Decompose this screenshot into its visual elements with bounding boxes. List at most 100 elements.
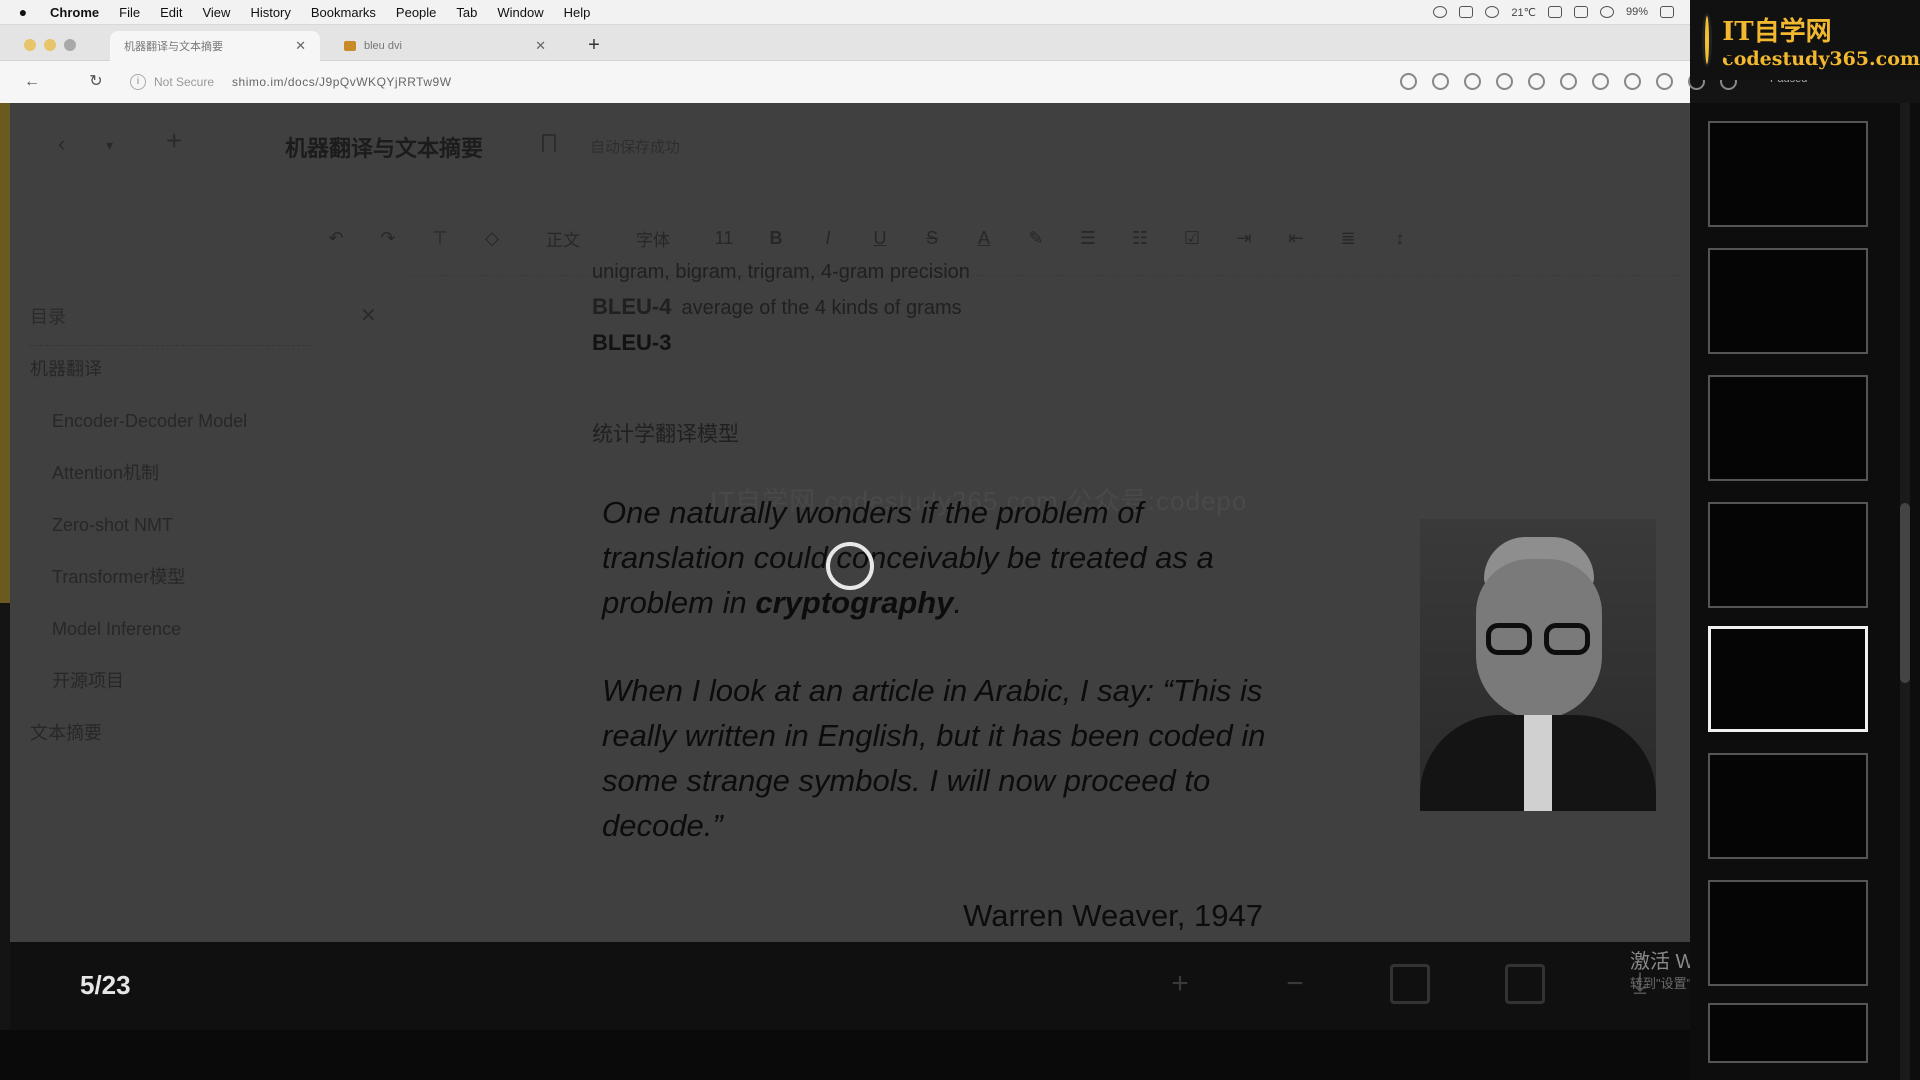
checklist-icon[interactable]: ☑: [1166, 228, 1218, 249]
window-edge: [0, 103, 10, 603]
star-icon[interactable]: [1432, 73, 1449, 90]
scrollbar-thumb[interactable]: [1900, 503, 1910, 683]
format-painter-icon[interactable]: ⊤: [414, 228, 466, 249]
chevron-down-icon[interactable]: ▾: [106, 137, 113, 154]
back-arrow-icon[interactable]: ‹: [58, 131, 65, 157]
wifi-icon[interactable]: [1599, 6, 1614, 18]
menu-app[interactable]: Chrome: [46, 5, 109, 20]
ordered-list-icon[interactable]: ☰: [1062, 228, 1114, 249]
quote-2: When I look at an article in Arabic, I s…: [602, 673, 1266, 843]
strike-button[interactable]: S: [906, 228, 958, 249]
menu-view[interactable]: View: [192, 5, 240, 20]
slide-thumbnail[interactable]: [1708, 121, 1868, 227]
quote-1: One naturally wonders if the problem of …: [602, 490, 1282, 625]
tab-bleu[interactable]: bleu dvi ✕: [330, 31, 560, 61]
bleu4-text: average of the 4 kinds of grams: [681, 297, 962, 319]
extension-icon[interactable]: [1560, 73, 1577, 90]
font-size-select[interactable]: 11: [698, 228, 750, 249]
screen: { "menubar": { "app": "Chrome", "items":…: [0, 0, 1920, 1080]
toc-item[interactable]: Model Inference: [30, 603, 390, 655]
app-status-icon[interactable]: [1547, 6, 1562, 18]
menu-history[interactable]: History: [240, 5, 300, 20]
toc-item[interactable]: Zero-shot NMT: [30, 499, 390, 551]
toc-item[interactable]: 开源项目: [30, 655, 390, 707]
italic-button[interactable]: I: [802, 228, 854, 249]
slide-thumbnail[interactable]: [1708, 375, 1868, 481]
display-icon[interactable]: [1459, 6, 1474, 18]
zoom-out-icon[interactable]: −: [1275, 964, 1315, 1004]
toc-item[interactable]: Transformer模型: [30, 551, 390, 603]
zoom-in-icon[interactable]: +: [1160, 964, 1200, 1004]
align-icon[interactable]: ≣: [1322, 228, 1374, 249]
thumbnail-panel: [1690, 103, 1920, 1080]
text-color-button[interactable]: A: [958, 228, 1010, 249]
clear-format-icon[interactable]: ◇: [466, 228, 518, 249]
paragraph-style-select[interactable]: 正文: [518, 226, 608, 251]
slide-thumbnail[interactable]: [1708, 753, 1868, 859]
viewer-controls: 5/23 + − ⤓: [10, 942, 1690, 1030]
menu-edit[interactable]: Edit: [150, 5, 192, 20]
indent-icon[interactable]: ⇥: [1218, 228, 1270, 249]
highlight-icon[interactable]: ✎: [1010, 228, 1062, 249]
globe-icon[interactable]: [1485, 6, 1500, 18]
info-icon[interactable]: i: [130, 74, 146, 90]
line-height-icon[interactable]: ↕: [1374, 228, 1426, 249]
underline-button[interactable]: U: [854, 228, 906, 249]
outdent-icon[interactable]: ⇤: [1270, 228, 1322, 249]
slide-thumbnail-active[interactable]: [1708, 626, 1868, 732]
back-icon[interactable]: ←: [20, 70, 44, 94]
add-icon[interactable]: +: [166, 125, 182, 157]
bookmark-icon[interactable]: [542, 134, 556, 152]
reload-icon[interactable]: ↻: [84, 70, 108, 94]
close-window-icon[interactable]: [24, 39, 36, 51]
toc-item[interactable]: Attention机制: [30, 447, 390, 499]
menu-tab[interactable]: Tab: [446, 5, 487, 20]
tab-doc[interactable]: 机器翻译与文本摘要 ✕: [110, 31, 320, 61]
address-bar[interactable]: i Not Secure shimo.im/docs/J9pQvWKQYjRRT…: [120, 69, 1410, 95]
slide-thumbnail[interactable]: [1708, 248, 1868, 354]
attribution: Warren Weaver, 1947: [963, 898, 1263, 933]
bleu4-label: BLEU-4: [592, 294, 672, 319]
extension-icon[interactable]: [1496, 73, 1513, 90]
apple-icon[interactable]: ●: [0, 4, 46, 20]
battery-icon[interactable]: [1660, 6, 1674, 18]
close-icon[interactable]: ✕: [535, 38, 546, 54]
minimize-window-icon[interactable]: [44, 39, 56, 51]
menu-file[interactable]: File: [109, 5, 150, 20]
slide-thumbnail[interactable]: [1708, 880, 1868, 986]
section-heading: 统计学翻译模型: [592, 423, 739, 446]
zoom-icon[interactable]: [1400, 73, 1417, 90]
extension-icon[interactable]: [1528, 73, 1545, 90]
redo-icon[interactable]: ↷: [362, 228, 414, 249]
undo-icon[interactable]: ↶: [310, 228, 362, 249]
logo-domain: codestudy365.com: [1722, 47, 1920, 70]
menu-extra-icon[interactable]: [1573, 6, 1588, 18]
extension-icon[interactable]: [1592, 73, 1609, 90]
font-select[interactable]: 字体: [608, 226, 698, 251]
extension-icon[interactable]: [1656, 73, 1673, 90]
new-tab-button[interactable]: +: [580, 31, 608, 59]
menu-bookmarks[interactable]: Bookmarks: [301, 5, 386, 20]
favicon-icon: [344, 41, 356, 51]
close-icon[interactable]: ✕: [295, 38, 306, 54]
extension-icon[interactable]: [1624, 73, 1641, 90]
doc-body: unigram, bigram, trigram, 4-gram precisi…: [592, 261, 970, 448]
cloud-icon[interactable]: [1433, 6, 1448, 18]
macos-menubar: ● Chrome File Edit View History Bookmark…: [0, 0, 1690, 25]
toc-item[interactable]: Encoder-Decoder Model: [30, 395, 390, 447]
bullet-list-icon[interactable]: ☷: [1114, 228, 1166, 249]
fit-page-icon[interactable]: [1390, 964, 1430, 1004]
toc-item[interactable]: 文本摘要: [30, 707, 390, 759]
toc-item[interactable]: 机器翻译: [30, 343, 390, 395]
zoom-window-icon[interactable]: [64, 39, 76, 51]
close-icon[interactable]: ✕: [360, 303, 377, 328]
slide-thumbnail[interactable]: [1708, 1003, 1868, 1063]
extension-icon[interactable]: [1464, 73, 1481, 90]
menu-help[interactable]: Help: [554, 5, 601, 20]
menu-people[interactable]: People: [386, 5, 446, 20]
doc-title[interactable]: 机器翻译与文本摘要: [285, 131, 483, 163]
fullscreen-icon[interactable]: [1505, 964, 1545, 1004]
bold-button[interactable]: B: [750, 228, 802, 249]
menu-window[interactable]: Window: [487, 5, 553, 20]
slide-thumbnail[interactable]: [1708, 502, 1868, 608]
